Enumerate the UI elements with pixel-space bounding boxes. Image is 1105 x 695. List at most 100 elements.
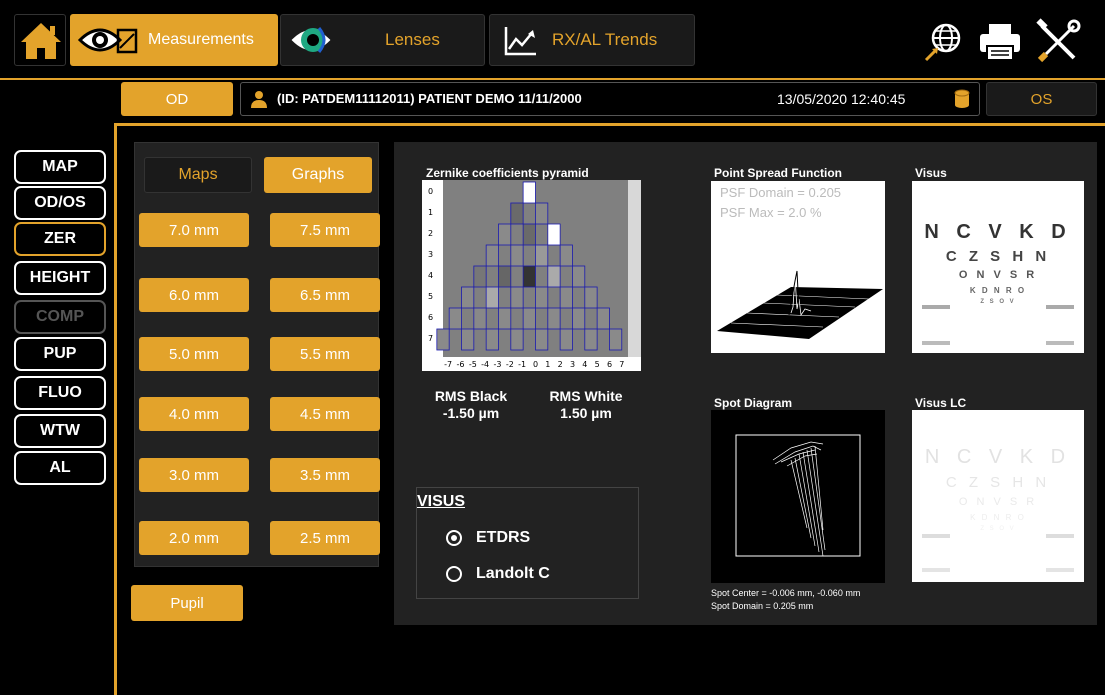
diameter-2-5-button[interactable]: 2.5 mm	[270, 521, 380, 555]
patient-bar[interactable]: (ID: PATDEM11112011) PATIENT DEMO 11/11/…	[240, 82, 980, 116]
zernike-x-tick: 5	[595, 360, 600, 369]
zernike-cell	[522, 223, 536, 246]
zernike-cell	[448, 307, 462, 330]
database-icon	[954, 89, 970, 108]
home-button[interactable]	[14, 14, 66, 66]
zernike-pyramid-chart: 01234567 -7 -6 -5 -4 -3 -2 -1 0 1 2 3 4 5 6 7	[422, 180, 641, 371]
zernike-x-tick: -1	[518, 360, 526, 369]
zernike-x-tick: -7	[444, 360, 452, 369]
zernike-x-tick: -3	[493, 360, 501, 369]
lens-eye-icon	[291, 27, 331, 53]
tab-rx-al-trends-label: RX/AL Trends	[552, 30, 658, 49]
zernike-cell	[498, 265, 512, 288]
tab-measurements[interactable]: Measurements	[70, 14, 278, 66]
diameter-7-5-button[interactable]: 7.5 mm	[270, 213, 380, 247]
side-tab-od-os[interactable]: OD/OS	[14, 186, 106, 220]
zernike-x-tick: -4	[481, 360, 489, 369]
spot-diagram-plot	[711, 410, 885, 583]
radio-etdrs[interactable]: ETDRS	[446, 529, 530, 547]
visus-title: Visus	[915, 166, 947, 180]
zernike-cell	[547, 223, 561, 246]
visus-lc-row-3: O N V S R	[958, 496, 1038, 508]
zernike-cell	[522, 307, 536, 330]
os-eye-button[interactable]: OS	[986, 82, 1097, 116]
zernike-cell	[535, 244, 549, 267]
zernike-y-tick: 4	[428, 271, 433, 280]
maps-tab[interactable]: Maps	[144, 157, 252, 193]
rms-white-label: RMS White	[549, 388, 623, 404]
settings-button[interactable]	[1034, 18, 1082, 66]
print-button[interactable]	[976, 18, 1024, 66]
app-window: Measurements Lenses RX/AL Trends OD (ID:…	[0, 0, 1105, 695]
zernike-cell	[559, 286, 573, 309]
zernike-cell	[584, 286, 598, 309]
side-tab-height[interactable]: HEIGHT	[14, 261, 106, 295]
diameter-7-0-button[interactable]: 7.0 mm	[139, 213, 249, 247]
side-tab-zer[interactable]: ZER	[14, 222, 106, 256]
zernike-cell	[473, 307, 487, 330]
psf-surface	[717, 270, 883, 339]
diameter-6-5-button[interactable]: 6.5 mm	[270, 278, 380, 312]
zernike-cell	[498, 223, 512, 246]
side-tab-pup[interactable]: PUP	[14, 337, 106, 371]
visus-row-4: K D N R O	[969, 286, 1027, 295]
diameter-3-5-button[interactable]: 3.5 mm	[270, 458, 380, 492]
zernike-y-tick: 7	[428, 334, 433, 343]
pupil-button[interactable]: Pupil	[131, 585, 243, 621]
visus-row-1: N C V K D	[924, 221, 1072, 243]
side-tab-al[interactable]: AL	[14, 451, 106, 485]
diameter-2-0-button[interactable]: 2.0 mm	[139, 521, 249, 555]
globe-button[interactable]	[920, 18, 968, 66]
zernike-y-tick: 6	[428, 313, 433, 322]
zernike-y-tick: 2	[428, 229, 433, 238]
zernike-cell	[522, 265, 536, 288]
diameter-5-0-button[interactable]: 5.0 mm	[139, 337, 249, 371]
visus-lc-row-2: C Z S H N	[945, 474, 1051, 491]
side-tab-fluo[interactable]: FLUO	[14, 376, 106, 410]
radio-landolt-c[interactable]: Landolt C	[446, 565, 550, 583]
zernike-cell	[559, 244, 573, 267]
zernike-cell	[485, 286, 499, 309]
rms-black-value: -1.50 µm	[442, 405, 500, 421]
zernike-cell	[498, 307, 512, 330]
zernike-cell	[510, 244, 524, 267]
zernike-x-tick: 3	[570, 360, 575, 369]
zernike-y-tick: 5	[428, 292, 433, 301]
diameter-6-0-button[interactable]: 6.0 mm	[139, 278, 249, 312]
zernike-cell	[547, 265, 561, 288]
rms-black-label: RMS Black	[434, 388, 508, 404]
radio-landolt-indicator[interactable]	[446, 566, 462, 582]
zernike-cell	[572, 307, 586, 330]
home-icon	[21, 23, 61, 59]
diameter-4-0-button[interactable]: 4.0 mm	[139, 397, 249, 431]
graphs-tab[interactable]: Graphs	[264, 157, 372, 193]
trend-chart-icon	[504, 27, 536, 56]
diameter-4-5-button[interactable]: 4.5 mm	[270, 397, 380, 431]
od-eye-button[interactable]: OD	[121, 82, 233, 116]
spot-domain-text: Spot Domain = 0.205 mm	[711, 601, 814, 611]
visus-lc-chart-image: N C V K D C Z S H N O N V S R K D N R O …	[912, 410, 1084, 582]
tab-rx-al-trends[interactable]: RX/AL Trends	[489, 14, 695, 66]
zernike-x-tick: -6	[456, 360, 464, 369]
user-icon	[251, 91, 267, 108]
zernike-cell	[485, 328, 499, 351]
tools-icon	[1036, 18, 1081, 63]
zernike-cell	[461, 328, 475, 351]
visus-lc-row-1: N C V K D	[924, 446, 1072, 468]
diameter-5-5-button[interactable]: 5.5 mm	[270, 337, 380, 371]
side-tab-wtw[interactable]: WTW	[14, 414, 106, 448]
psf-title: Point Spread Function	[714, 166, 842, 180]
spot-center-text: Spot Center = -0.006 mm, -0.060 mm	[711, 588, 861, 598]
zernike-cell	[510, 328, 524, 351]
tab-measurements-label: Measurements	[148, 31, 254, 48]
tab-lenses[interactable]: Lenses	[280, 14, 485, 66]
radio-etdrs-indicator[interactable]	[446, 530, 462, 546]
zernike-cell	[522, 181, 536, 204]
zernike-cell	[535, 286, 549, 309]
eye-measure-icon	[77, 28, 138, 54]
diameter-3-0-button[interactable]: 3.0 mm	[139, 458, 249, 492]
psf-plot: PSF Domain = 0.205 PSF Max = 2.0 %	[711, 181, 885, 353]
zernike-cell	[436, 328, 450, 351]
side-tab-map[interactable]: MAP	[14, 150, 106, 184]
zernike-y-tick: 0	[428, 187, 433, 196]
